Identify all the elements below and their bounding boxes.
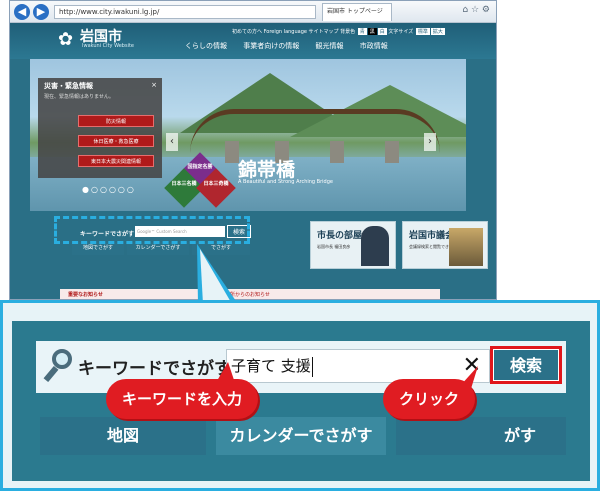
- screenshot: ◀ ▶ http://www.city.iwakuni.lg.jp/ 岩国市 ト…: [0, 0, 600, 491]
- annotation-pointers: [214, 362, 478, 392]
